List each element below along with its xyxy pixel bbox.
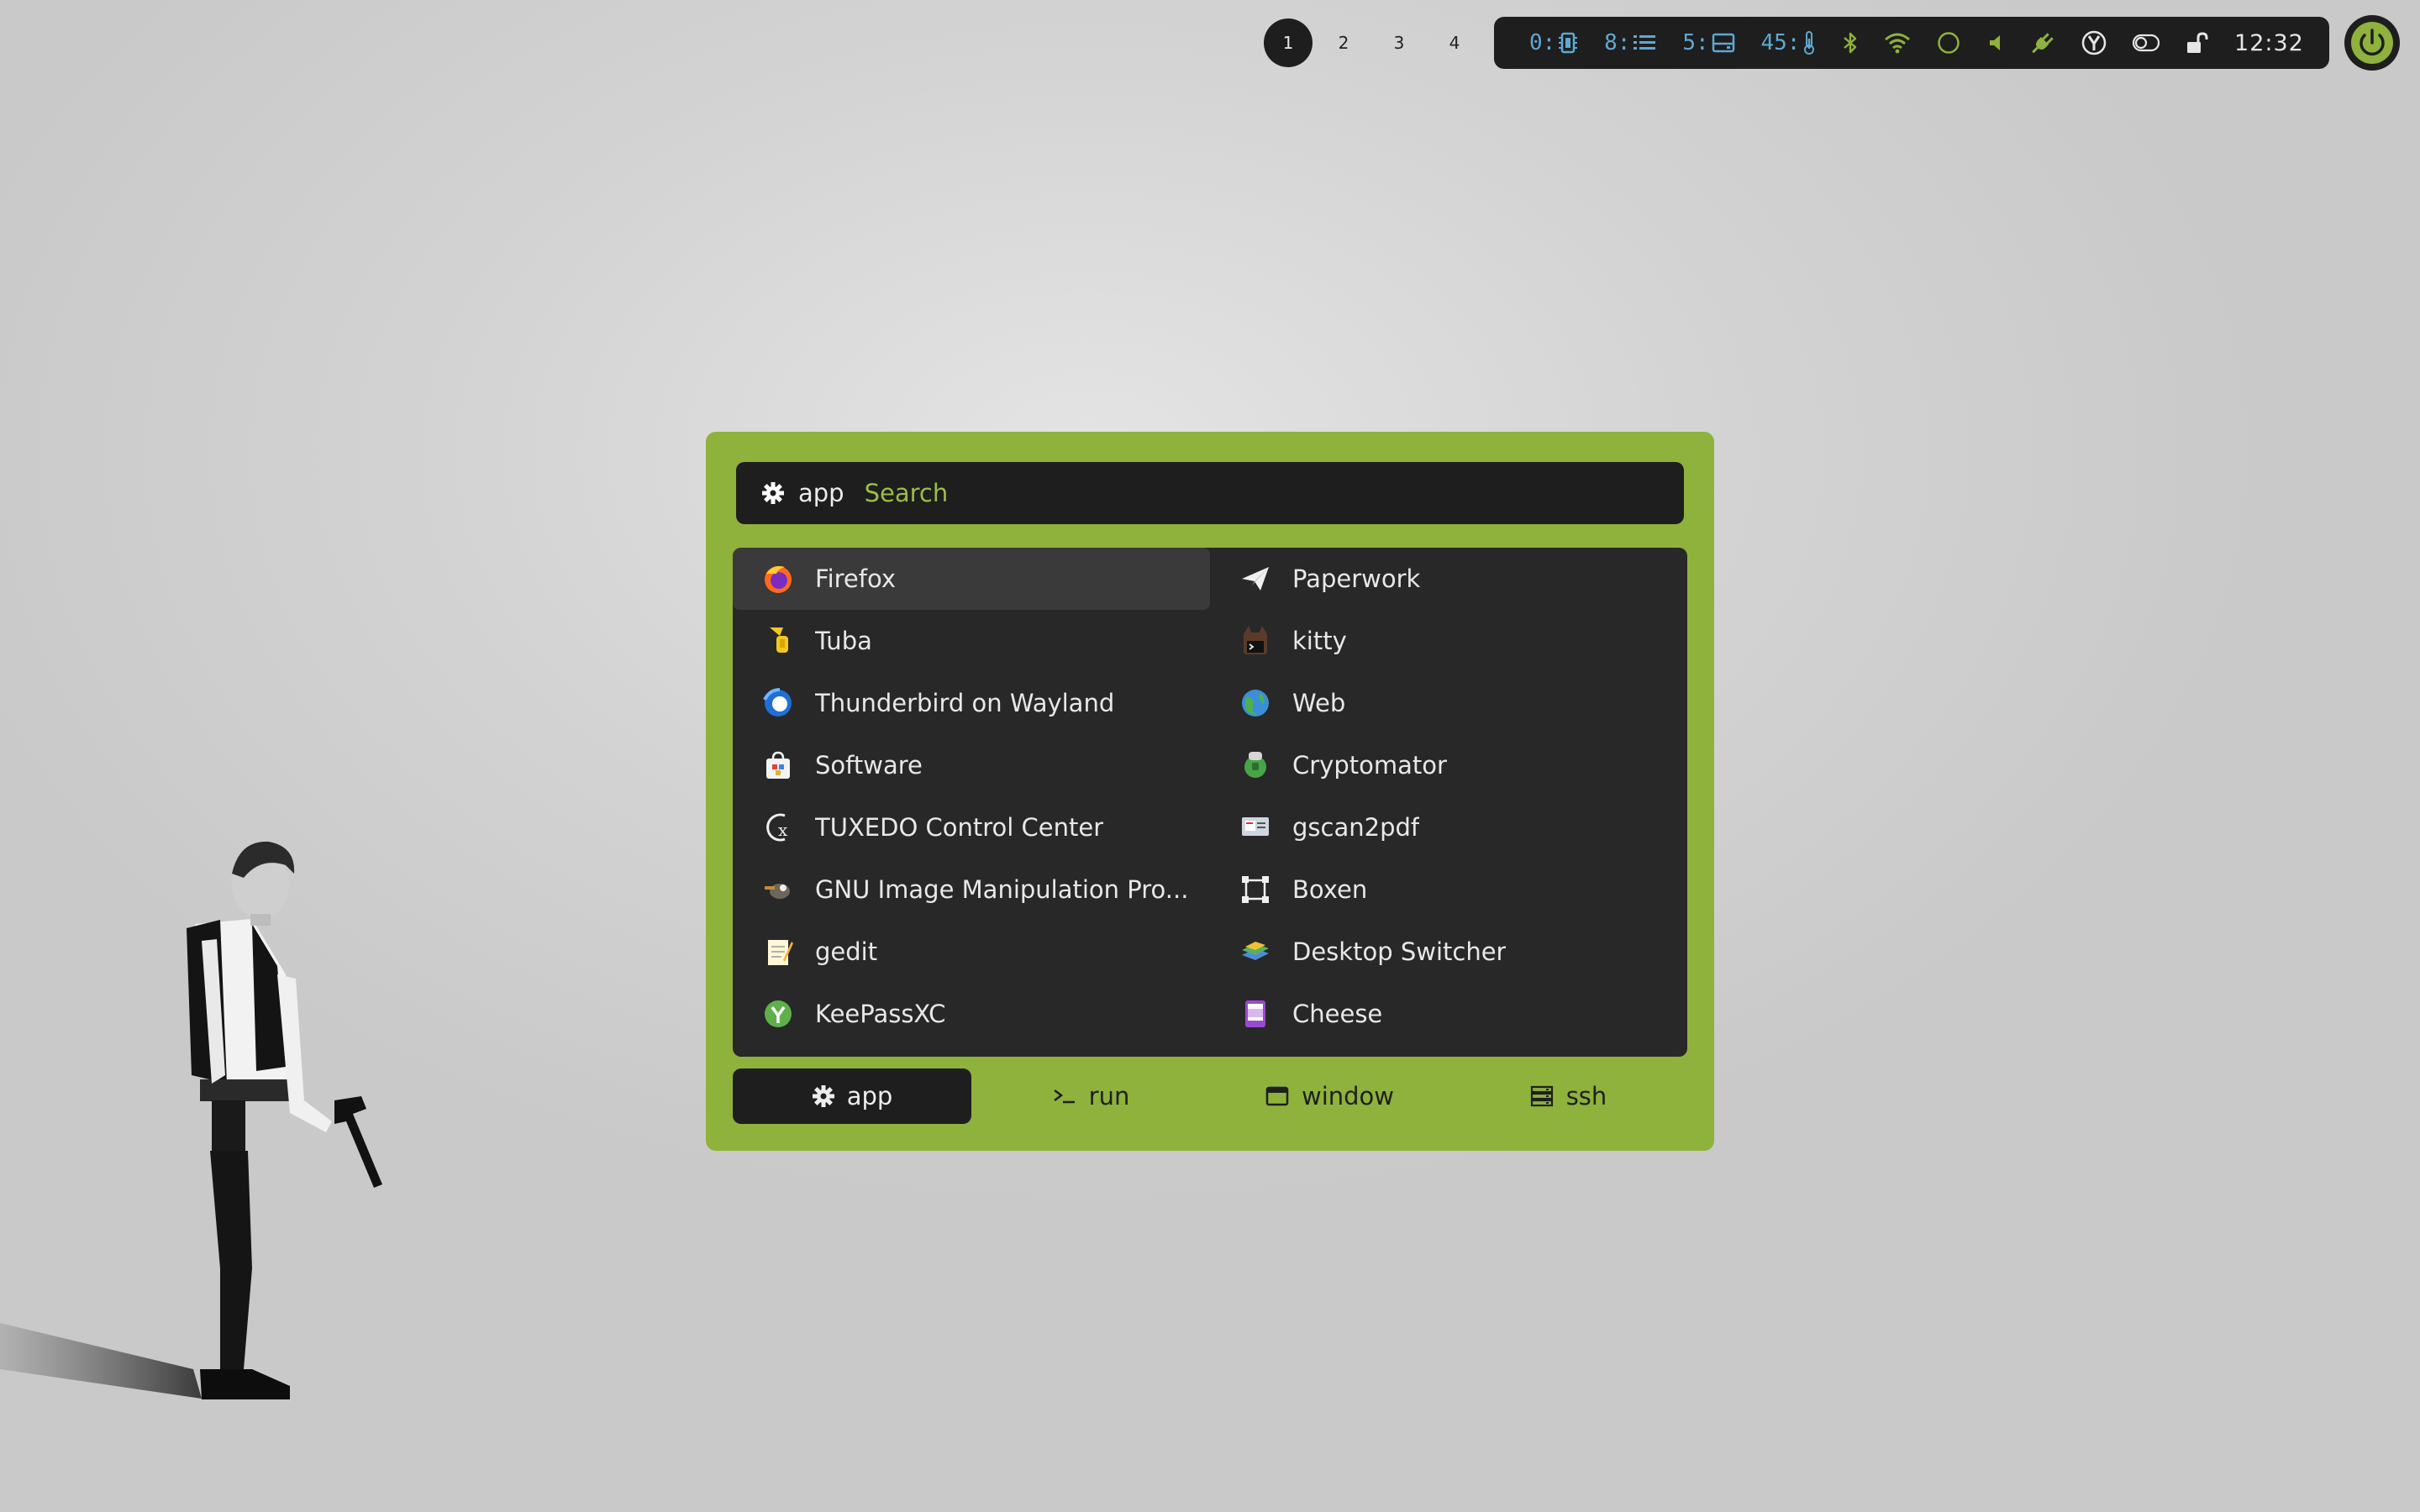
app-item-label: TUXEDO Control Center (815, 813, 1104, 842)
app-item-label: Firefox (815, 564, 896, 593)
memory-list-icon (1632, 32, 1657, 54)
wifi-icon[interactable] (1884, 32, 1911, 54)
app-item-label: Cryptomator (1292, 751, 1447, 780)
app-item-firefox[interactable]: Firefox (733, 548, 1210, 610)
status-bar: 0: 8: 5: 45: 12:32 (1494, 17, 2329, 69)
app-item-label: gscan2pdf (1292, 813, 1420, 842)
app-item-label: gedit (815, 937, 878, 966)
toggle-icon[interactable] (2132, 33, 2160, 53)
app-item-kitty[interactable]: kitty (1210, 610, 1687, 672)
disk-indicator[interactable]: 5: (1682, 30, 1735, 55)
tab-label: run (1088, 1082, 1130, 1110)
circle-icon[interactable] (1936, 30, 1961, 55)
app-item-tuxedo-control-center[interactable]: x TUXEDO Control Center (733, 796, 1210, 858)
cpu-indicator[interactable]: 0: (1529, 30, 1579, 55)
wallpaper-figure-image (0, 841, 382, 1399)
app-item-desktop-switcher[interactable]: Desktop Switcher (1210, 921, 1687, 983)
text-editor-icon (761, 935, 795, 969)
app-item-software[interactable]: Software (733, 734, 1210, 796)
app-item-gnu-image-manipulation-pro[interactable]: GNU Image Manipulation Pro... (733, 858, 1210, 921)
workspace-4-button[interactable]: 4 (1430, 18, 1479, 67)
workspace-switcher: 1 2 3 4 (1264, 18, 1482, 67)
workspace-2-button[interactable]: 2 (1319, 18, 1368, 67)
yubikey-icon[interactable] (2081, 29, 2107, 56)
tab-label: app (846, 1082, 893, 1110)
tab-ssh[interactable]: ssh (1449, 1068, 1687, 1124)
app-item-label: Thunderbird on Wayland (815, 689, 1115, 717)
app-item-label: Web (1292, 689, 1346, 717)
app-item-cheese[interactable]: Cheese (1210, 983, 1687, 1045)
tab-window[interactable]: window (1210, 1068, 1449, 1124)
app-item-keepassxc[interactable]: KeePassXC (733, 983, 1210, 1045)
power-plug-icon[interactable] (2030, 30, 2055, 55)
app-item-label: Tuba (815, 627, 872, 655)
tab-run[interactable]: run (971, 1068, 1210, 1124)
cpu-chip-icon (1557, 31, 1579, 55)
power-button[interactable] (2344, 15, 2400, 71)
app-launcher: app Firefox Paperwork Tuba kitty Thunderbird… (706, 432, 1714, 1151)
app-list: Firefox Paperwork Tuba kitty Thunderbird on … (733, 548, 1687, 1057)
gear-icon (812, 1084, 835, 1108)
app-item-label: KeePassXC (815, 1000, 946, 1028)
mode-tabs: app run window ssh (733, 1068, 1687, 1124)
terminal-prompt-icon (1052, 1084, 1077, 1108)
temperature-value: 45: (1760, 30, 1801, 55)
app-item-thunderbird-on-wayland[interactable]: Thunderbird on Wayland (733, 672, 1210, 734)
desktop-switcher-icon (1239, 935, 1272, 969)
gear-icon (761, 481, 785, 505)
globe-icon (1239, 686, 1272, 720)
app-item-web[interactable]: Web (1210, 672, 1687, 734)
paper-plane-icon (1239, 562, 1272, 596)
memory-value: 8: (1604, 30, 1631, 55)
mode-label: app (798, 479, 844, 507)
app-item-paperwork[interactable]: Paperwork (1210, 548, 1687, 610)
keepass-icon (761, 997, 795, 1031)
software-bag-icon (761, 748, 795, 782)
window-icon (1265, 1084, 1290, 1108)
unlock-icon[interactable] (2186, 31, 2209, 55)
app-item-boxen[interactable]: Boxen (1210, 858, 1687, 921)
app-item-label: Paperwork (1292, 564, 1421, 593)
disk-value: 5: (1682, 30, 1709, 55)
boxen-icon (1239, 873, 1272, 906)
tab-label: window (1301, 1082, 1395, 1110)
thermometer-icon (1802, 30, 1817, 55)
tab-app[interactable]: app (733, 1068, 971, 1124)
server-icon (1529, 1084, 1555, 1108)
thunderbird-icon (761, 686, 795, 720)
search-bar[interactable]: app (736, 462, 1684, 524)
app-item-label: Desktop Switcher (1292, 937, 1507, 966)
svg-text:x: x (778, 820, 788, 840)
bluetooth-icon[interactable] (1842, 31, 1859, 55)
kitty-icon (1239, 624, 1272, 658)
scanner-icon (1239, 811, 1272, 844)
cryptomator-icon (1239, 748, 1272, 782)
cpu-value: 0: (1529, 30, 1556, 55)
power-icon (2351, 22, 2393, 64)
app-item-gedit[interactable]: gedit (733, 921, 1210, 983)
app-item-label: kitty (1292, 627, 1347, 655)
app-item-label: Boxen (1292, 875, 1368, 904)
tab-label: ssh (1565, 1082, 1607, 1110)
tuba-icon (761, 624, 795, 658)
app-item-label: GNU Image Manipulation Pro... (815, 875, 1189, 904)
firefox-icon (761, 562, 795, 596)
app-item-label: Software (815, 751, 923, 780)
tuxedo-icon: x (761, 811, 795, 844)
app-item-tuba[interactable]: Tuba (733, 610, 1210, 672)
search-input[interactable] (864, 479, 1621, 507)
gimp-icon (761, 873, 795, 906)
cheese-icon (1239, 997, 1272, 1031)
app-item-label: Cheese (1292, 1000, 1383, 1028)
temperature-indicator[interactable]: 45: (1760, 30, 1817, 55)
app-item-cryptomator[interactable]: Cryptomator (1210, 734, 1687, 796)
disk-drive-icon (1711, 32, 1736, 54)
volume-icon[interactable] (1986, 32, 2005, 54)
memory-indicator[interactable]: 8: (1604, 30, 1657, 55)
workspace-1-button[interactable]: 1 (1264, 18, 1313, 67)
clock[interactable]: 12:32 (2234, 30, 2304, 56)
app-item-gscan2pdf[interactable]: gscan2pdf (1210, 796, 1687, 858)
workspace-3-button[interactable]: 3 (1375, 18, 1423, 67)
